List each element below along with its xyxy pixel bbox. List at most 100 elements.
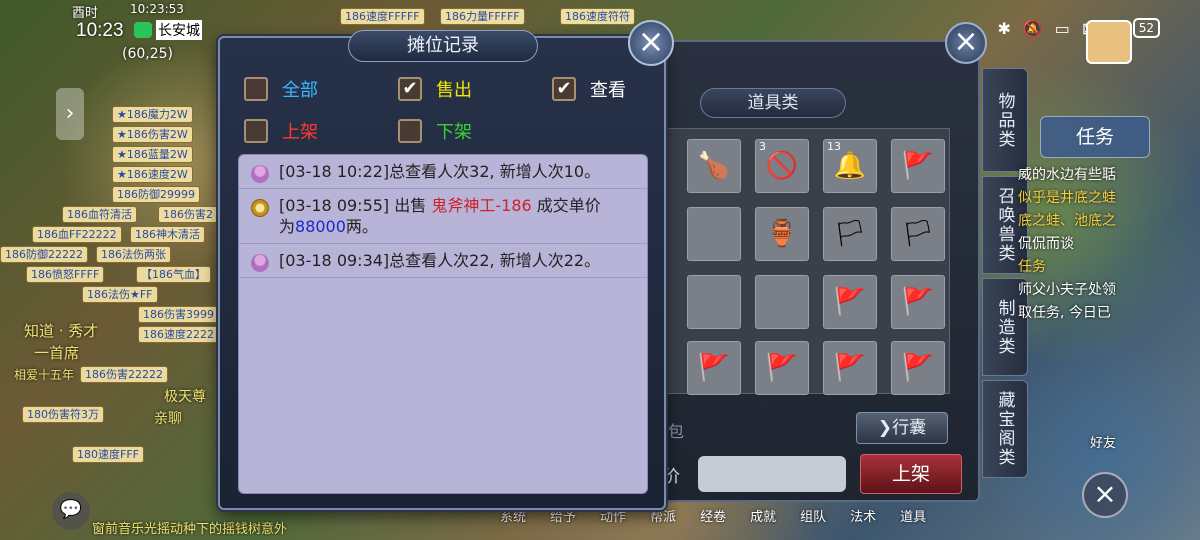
- menu-item[interactable]: 经卷: [700, 506, 726, 525]
- task-line: 似乎是井底之蛙: [1018, 190, 1116, 206]
- stall-tag[interactable]: 186防御29999: [112, 186, 200, 203]
- task-tracker: 威的水边有些聒 似乎是井底之蛙 底之蛙、池底之 侃侃而谈 任务 师父小夫子处领 …: [1018, 164, 1158, 325]
- red-flag-icon: 🚩: [901, 353, 935, 383]
- mute-icon: 🔕: [1022, 18, 1043, 38]
- task-line: 侃侃而谈: [1018, 236, 1074, 252]
- item-slot[interactable]: 🚩: [755, 341, 809, 395]
- bag-button[interactable]: ❯行囊: [856, 412, 948, 444]
- player-avatar[interactable]: [1086, 20, 1132, 64]
- stall-tag[interactable]: 186血符清活: [62, 206, 137, 223]
- bluetooth-icon: ✱: [997, 18, 1011, 38]
- checkbox-checked[interactable]: ✔: [552, 77, 576, 101]
- menu-item[interactable]: 道具: [900, 506, 926, 525]
- friends-button[interactable]: 好友: [1090, 432, 1116, 451]
- stall-tag[interactable]: ★186伤害2W: [112, 126, 193, 143]
- stall-tag[interactable]: ★186魔力2W: [112, 106, 193, 123]
- task-line: 任务: [1018, 259, 1046, 275]
- item-slot[interactable]: 🚩: [687, 341, 741, 395]
- item-slot[interactable]: [755, 275, 809, 329]
- expand-panel-arrow[interactable]: ›: [56, 88, 84, 140]
- wechat-icon: [134, 22, 152, 38]
- chat-button[interactable]: 💬: [52, 492, 90, 530]
- item-slot[interactable]: 🏳: [823, 207, 877, 261]
- stall-tag[interactable]: ★186速度2W: [112, 166, 193, 183]
- checkbox[interactable]: [244, 119, 268, 143]
- checkbox-checked[interactable]: ✔: [398, 77, 422, 101]
- item-slot[interactable]: 🚩: [891, 275, 945, 329]
- stall-tag[interactable]: 186防御22222: [0, 246, 88, 263]
- chat-line: 知道 · 秀才: [24, 322, 99, 340]
- stall-tag[interactable]: 【186气血】: [136, 266, 211, 283]
- checkbox[interactable]: [244, 77, 268, 101]
- dialog-title: 摊位记录: [348, 30, 538, 62]
- item-slot[interactable]: 🚩: [823, 275, 877, 329]
- stall-tag[interactable]: 186神木清活: [130, 226, 205, 243]
- stall-tag[interactable]: 186伤害2: [158, 206, 218, 223]
- stall-tag[interactable]: ★186蓝量2W: [112, 146, 193, 163]
- stall-tag[interactable]: 186血FF22222: [32, 226, 122, 243]
- filter-sold[interactable]: ✔ 售出: [398, 76, 472, 102]
- player-tag: 186速度FFFFF: [340, 8, 425, 25]
- item-grid: 🍗 3 🚫 13 🔔 🚩 🏺 🏳 🏳 🚩 🚩 🚩 🚩 🚩 🚩: [660, 128, 950, 395]
- filter-all[interactable]: 全部: [244, 76, 318, 102]
- inventory-close-button[interactable]: ×: [945, 22, 987, 64]
- task-line: 师父小夫子处领: [1018, 282, 1116, 298]
- chat-line: 相爱十五年: [14, 368, 75, 382]
- record-row: [03-18 09:55] 出售 鬼斧神工-186 成交单价 为88000两。: [239, 189, 647, 244]
- lunar-time: 酉时: [72, 6, 99, 21]
- tab-treasure[interactable]: 藏宝阁类: [982, 380, 1028, 478]
- filter-delisted[interactable]: 下架: [398, 118, 472, 144]
- checkbox[interactable]: [398, 119, 422, 143]
- item-slot[interactable]: 13 🔔: [823, 139, 877, 193]
- filter-label: 查看: [590, 80, 626, 101]
- tab-items[interactable]: 物品类: [982, 68, 1028, 172]
- stall-tag[interactable]: 180速度FFF: [72, 446, 144, 463]
- menu-item[interactable]: 成就: [750, 506, 776, 525]
- task-line: 取任务, 今日已: [1018, 305, 1111, 321]
- player-tag: 186力量FFFFF: [440, 8, 525, 25]
- sold-item-name[interactable]: 鬼斧神工-186: [431, 196, 531, 215]
- item-slot[interactable]: 3 🚫: [755, 139, 809, 193]
- item-slot[interactable]: 🍗: [687, 139, 741, 193]
- filter-listed[interactable]: 上架: [244, 118, 318, 144]
- map-coordinates: (60,25): [122, 46, 174, 62]
- filter-label: 下架: [436, 122, 472, 143]
- task-line: 底之蛙、池底之: [1018, 213, 1116, 229]
- close-hud-button[interactable]: ×: [1082, 472, 1128, 518]
- record-row: [03-18 10:22]总查看人次32, 新增人次10。: [239, 155, 647, 189]
- item-slot[interactable]: 🏺: [755, 207, 809, 261]
- world-chat: 知道 · 秀才 一首席 相爱十五年 极天尊 亲聊: [4, 320, 234, 430]
- list-item-button[interactable]: 上架: [860, 454, 962, 494]
- price-input[interactable]: [698, 456, 846, 492]
- item-slot[interactable]: [687, 275, 741, 329]
- stall-tag[interactable]: 186法伤★FF: [82, 286, 158, 303]
- item-slot[interactable]: 🚩: [891, 341, 945, 395]
- filter-label: 全部: [282, 80, 318, 101]
- laptop-icon: ▭: [1054, 18, 1070, 38]
- bag-label: 包: [668, 422, 685, 441]
- item-slot[interactable]: [687, 207, 741, 261]
- menu-item[interactable]: 组队: [800, 506, 826, 525]
- sold-price: 88000: [295, 217, 346, 236]
- item-slot[interactable]: 🏳: [891, 207, 945, 261]
- item-slot[interactable]: 🚩: [891, 139, 945, 193]
- task-button[interactable]: 任务: [1040, 116, 1150, 158]
- record-row: [03-18 09:34]总查看人次22, 新增人次22。: [239, 244, 647, 278]
- menu-item[interactable]: 法术: [850, 506, 876, 525]
- record-text: [03-18 10:22]总查看人次32, 新增人次10。: [279, 162, 601, 181]
- green-flag-icon: 🏳: [833, 219, 867, 249]
- map-location[interactable]: 长安城: [156, 20, 202, 40]
- inventory-category-label: 道具类: [700, 88, 846, 118]
- record-suffix: 两。: [345, 217, 378, 236]
- stall-tag[interactable]: 186愤怒FFFF: [26, 266, 105, 283]
- view-record-icon: [251, 165, 269, 183]
- system-broadcast: 窗前音乐光摇动种下的摇钱树意外: [92, 522, 288, 537]
- dialog-close-button[interactable]: ×: [628, 20, 674, 66]
- filter-label: 上架: [282, 122, 318, 143]
- stall-tag[interactable]: 186法伤两张: [96, 246, 171, 263]
- records-list[interactable]: [03-18 10:22]总查看人次32, 新增人次10。 [03-18 09:…: [238, 154, 648, 494]
- filter-viewed[interactable]: ✔ 查看: [552, 76, 626, 102]
- record-mid2: 为: [279, 217, 296, 236]
- chat-line: 一首席: [34, 344, 80, 362]
- item-slot[interactable]: 🚩: [823, 341, 877, 395]
